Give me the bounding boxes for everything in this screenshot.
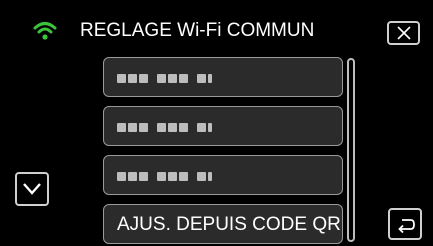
- list-item-access-point-3[interactable]: [103, 155, 343, 195]
- back-button[interactable]: [388, 208, 422, 240]
- list-item-access-point-1[interactable]: [103, 57, 343, 97]
- close-icon: [397, 26, 411, 40]
- masked-text: [117, 120, 214, 134]
- masked-text: [117, 71, 214, 85]
- scroll-down-button[interactable]: [15, 172, 49, 206]
- list-item-access-point-2[interactable]: [103, 106, 343, 146]
- masked-text: [117, 169, 214, 183]
- qr-code-setup-label: AJUS. DEPUIS CODE QR: [117, 214, 341, 235]
- scrollbar[interactable]: [347, 58, 355, 242]
- back-arrow-icon: [398, 219, 415, 234]
- page-title: REGLAGE Wi-Fi COMMUN: [80, 20, 315, 41]
- qr-code-setup-button[interactable]: AJUS. DEPUIS CODE QR: [103, 204, 343, 244]
- close-button[interactable]: [387, 21, 420, 45]
- chevron-down-icon: [23, 183, 41, 195]
- header-bar: REGLAGE Wi-Fi COMMUN: [0, 0, 433, 52]
- wifi-icon: [33, 21, 57, 41]
